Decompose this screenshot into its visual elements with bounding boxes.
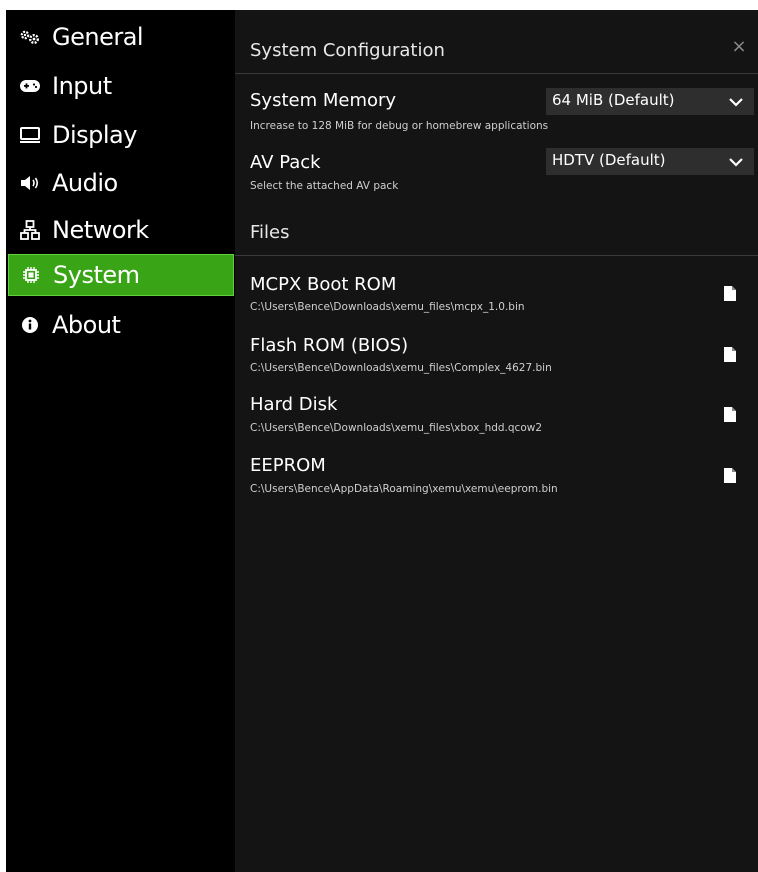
chevron-down-icon — [728, 154, 744, 168]
sidebar-item-label: Display — [52, 121, 137, 149]
sidebar: General Input Display Audio Network Syst… — [6, 10, 235, 872]
sidebar-item-label: General — [52, 23, 144, 51]
speaker-icon — [16, 175, 44, 191]
file-label-flash-rom: Flash ROM (BIOS) — [250, 335, 409, 356]
gears-icon — [16, 29, 44, 45]
chip-icon — [17, 266, 45, 284]
section-divider — [235, 255, 758, 256]
av-pack-dropdown[interactable]: HDTV (Default) — [546, 148, 754, 175]
sidebar-item-about[interactable]: About — [8, 304, 234, 346]
file-label-eeprom: EEPROM — [250, 455, 326, 476]
file-label-hard-disk: Hard Disk — [250, 394, 338, 415]
gamepad-icon — [16, 79, 44, 93]
sidebar-item-label: Network — [52, 216, 149, 244]
system-memory-label: System Memory — [250, 90, 397, 111]
file-icon — [724, 406, 736, 422]
section-title-files: Files — [250, 222, 290, 243]
system-memory-value: 64 MiB (Default) — [552, 91, 675, 109]
file-path-eeprom: C:\Users\Bence\AppData\Roaming\xemu\xemu… — [250, 483, 558, 495]
file-icon — [724, 285, 736, 301]
sidebar-item-system[interactable]: System — [8, 254, 234, 296]
av-pack-value: HDTV (Default) — [552, 151, 666, 169]
sidebar-item-label: Input — [52, 72, 112, 100]
sidebar-item-audio[interactable]: Audio — [8, 162, 234, 204]
info-icon — [16, 316, 44, 334]
sidebar-item-display[interactable]: Display — [8, 114, 234, 156]
file-icon — [724, 346, 736, 362]
section-title-system-configuration: System Configuration — [250, 40, 445, 61]
system-memory-description: Increase to 128 MiB for debug or homebre… — [250, 120, 549, 132]
av-pack-label: AV Pack — [250, 152, 321, 173]
sidebar-item-input[interactable]: Input — [8, 65, 234, 107]
browse-file-button[interactable] — [722, 345, 738, 363]
sidebar-item-network[interactable]: Network — [8, 209, 234, 251]
close-button[interactable]: × — [728, 36, 750, 58]
sidebar-item-label: System — [53, 261, 140, 289]
sidebar-item-general[interactable]: General — [8, 16, 234, 58]
monitor-icon — [16, 126, 44, 144]
chevron-down-icon — [728, 94, 744, 108]
sidebar-item-label: Audio — [52, 169, 118, 197]
browse-file-button[interactable] — [722, 405, 738, 423]
file-path-flash-rom: C:\Users\Bence\Downloads\xemu_files\Comp… — [250, 362, 552, 374]
settings-window: General Input Display Audio Network Syst… — [6, 10, 758, 872]
file-path-mcpx-boot-rom: C:\Users\Bence\Downloads\xemu_files\mcpx… — [250, 301, 525, 313]
browse-file-button[interactable] — [722, 466, 738, 484]
file-icon — [724, 467, 736, 483]
file-path-hard-disk: C:\Users\Bence\Downloads\xemu_files\xbox… — [250, 422, 543, 434]
network-icon — [16, 220, 44, 240]
settings-panel: System Configuration × System Memory Inc… — [235, 10, 758, 872]
browse-file-button[interactable] — [722, 284, 738, 302]
panel-header: System Configuration × — [235, 10, 758, 74]
file-label-mcpx-boot-rom: MCPX Boot ROM — [250, 274, 397, 295]
av-pack-description: Select the attached AV pack — [250, 180, 399, 192]
close-icon: × — [731, 36, 747, 57]
system-memory-dropdown[interactable]: 64 MiB (Default) — [546, 88, 754, 115]
sidebar-item-label: About — [52, 311, 121, 339]
